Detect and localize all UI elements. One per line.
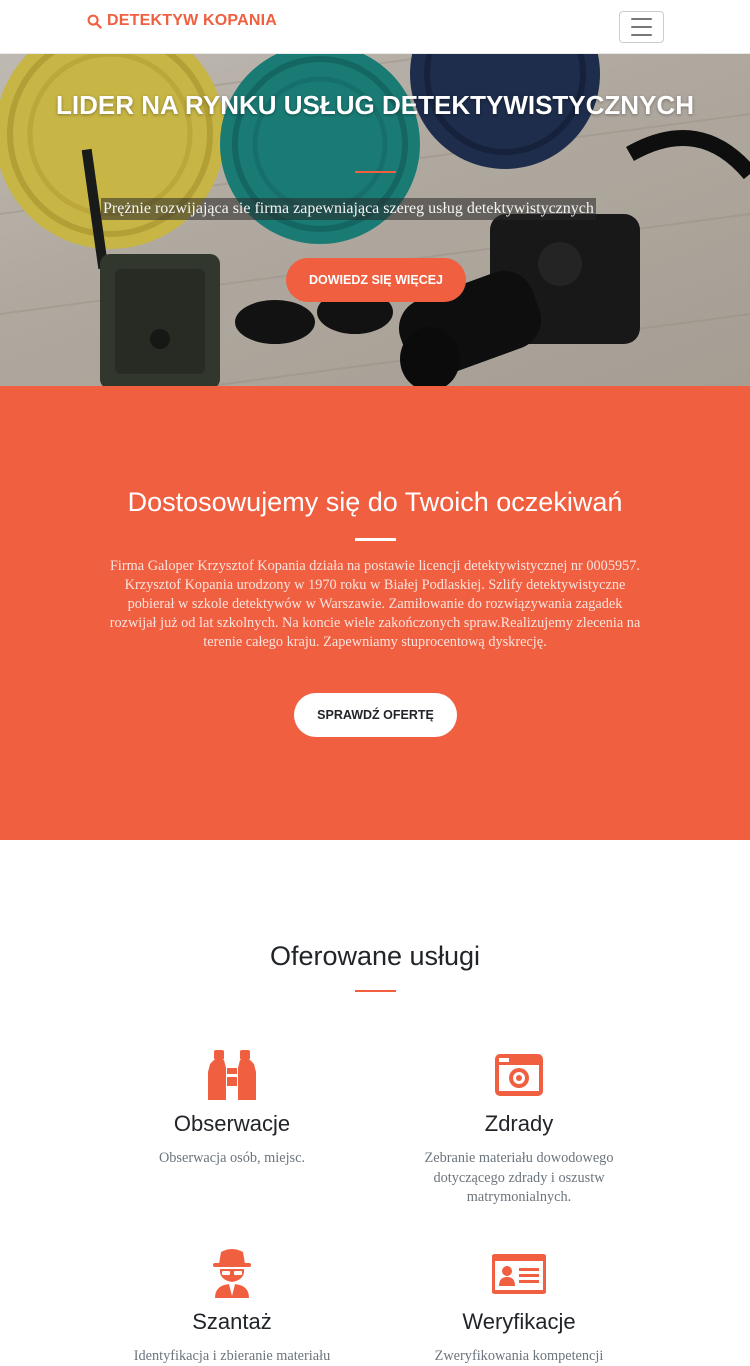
service-card-blackmail: Szantaż Identyfikacja i zbieranie materi… — [92, 1246, 372, 1366]
about-section: Dostosowujemy się do Twoich oczekiwań Fi… — [0, 386, 750, 840]
services-heading: Oferowane usługi — [269, 941, 481, 971]
brand-label: DETEKTYW KOPANIA — [107, 12, 278, 29]
about-text: Firma Galoper Krzysztof Kopania działa n… — [109, 558, 641, 650]
service-card-infidelity: Zdrady Zebranie materiału dowodowego dot… — [379, 1048, 659, 1208]
spy-icon — [213, 1249, 251, 1298]
service-card-observations: Obserwacje Obserwacja osób, miejsc. — [92, 1048, 372, 1169]
hamburger-menu-icon — [631, 18, 652, 20]
camera-icon — [495, 1054, 543, 1096]
service-title: Zdrady — [484, 1111, 554, 1136]
check-offer-button[interactable]: SPRAWDŹ OFERTĘ — [294, 693, 457, 737]
search-icon — [87, 14, 102, 29]
binoculars-icon — [208, 1050, 256, 1100]
hero-title: LIDER NA RYNKU USŁUG DETEKTYWISTYCZNYCH — [56, 90, 694, 120]
hamburger-line — [631, 34, 652, 36]
service-description: Obserwacja osób, miejsc. — [158, 1150, 306, 1166]
about-divider — [355, 538, 396, 541]
service-description: Identyfikacja i zbieranie materiału — [133, 1348, 331, 1364]
service-card-verification: Weryfikacje Zweryfikowania kompetencji — [379, 1246, 659, 1366]
service-title: Weryfikacje — [462, 1309, 576, 1334]
hero-section: LIDER NA RYNKU USŁUG DETEKTYWISTYCZNYCH … — [0, 54, 750, 386]
hero-divider — [355, 171, 396, 173]
services-divider — [355, 990, 396, 992]
service-description: Zweryfikowania kompetencji — [434, 1348, 604, 1364]
about-heading: Dostosowujemy się do Twoich oczekiwań — [127, 487, 623, 517]
navbar: DETEKTYW KOPANIA — [0, 0, 750, 54]
service-title: Obserwacje — [173, 1111, 291, 1136]
brand-link[interactable]: DETEKTYW KOPANIA — [87, 12, 277, 30]
service-description: Zebranie materiału dowodowego dotycząceg… — [424, 1150, 614, 1205]
hamburger-line — [631, 26, 652, 28]
learn-more-button[interactable]: DOWIEDZ SIĘ WIĘCEJ — [286, 258, 466, 302]
service-title: Szantaż — [192, 1309, 272, 1334]
id-card-icon — [492, 1254, 546, 1294]
hero-subtitle: Prężnie rozwijająca sie firma zapewniają… — [101, 198, 596, 220]
navbar-toggler-button[interactable] — [619, 11, 664, 43]
